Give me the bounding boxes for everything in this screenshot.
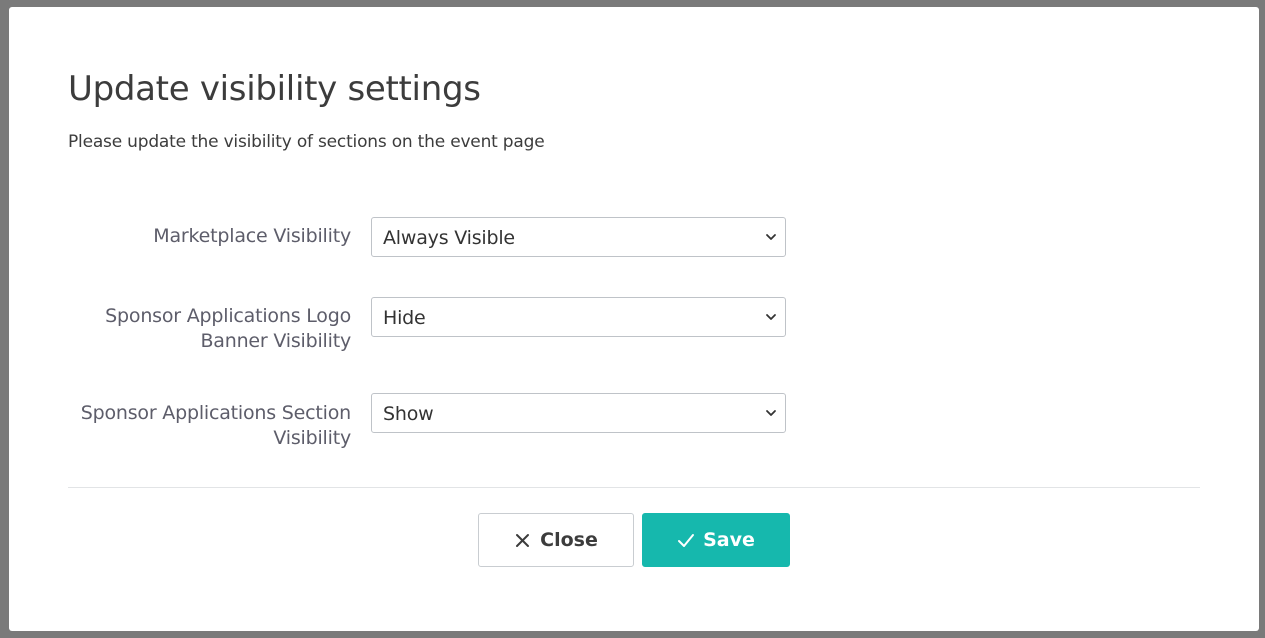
chevron-down-icon <box>766 410 776 416</box>
save-button-label: Save <box>703 529 755 551</box>
logo-banner-visibility-value: Hide <box>383 307 426 329</box>
save-button[interactable]: Save <box>642 513 790 567</box>
modal-subtitle: Please update the visibility of sections… <box>68 132 545 152</box>
logo-banner-visibility-label: Sponsor Applications Logo Banner Visibil… <box>105 305 351 352</box>
section-visibility-label: Sponsor Applications Section Visibility <box>80 402 351 449</box>
close-button-label: Close <box>540 529 598 551</box>
check-icon <box>678 534 695 547</box>
close-button[interactable]: Close <box>478 513 634 567</box>
marketplace-visibility-value: Always Visible <box>383 227 515 249</box>
section-visibility-value: Show <box>383 403 434 425</box>
footer-divider <box>68 487 1200 488</box>
visibility-settings-modal: Update visibility settings Please update… <box>9 7 1259 631</box>
chevron-down-icon <box>766 314 776 320</box>
close-icon <box>516 534 530 547</box>
modal-title: Update visibility settings <box>68 69 481 109</box>
logo-banner-visibility-select[interactable]: Hide <box>371 297 786 337</box>
marketplace-visibility-label: Marketplace Visibility <box>153 225 351 247</box>
marketplace-visibility-select[interactable]: Always Visible <box>371 217 786 257</box>
chevron-down-icon <box>766 234 776 240</box>
section-visibility-select[interactable]: Show <box>371 393 786 433</box>
